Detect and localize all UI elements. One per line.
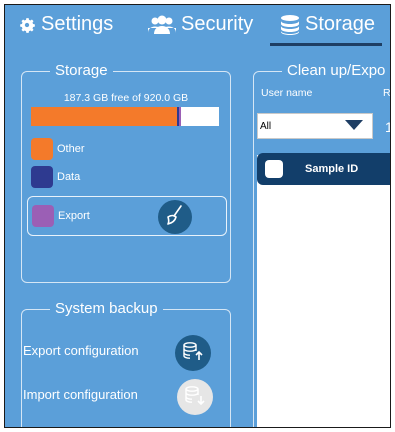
export-configuration-label: Export configuration	[23, 343, 139, 358]
storage-group: Storage 187.3 GB free of 920.0 GB Other …	[21, 62, 231, 283]
r-header: R	[383, 87, 391, 99]
usage-bar-export	[178, 107, 181, 126]
username-select-value: All	[260, 120, 272, 132]
legend-other-label: Other	[57, 143, 85, 155]
username-header: User name	[261, 87, 313, 99]
tab-storage[interactable]: Storage	[279, 13, 375, 36]
legend-export-label: Export	[58, 210, 90, 222]
storage-free-text: 187.3 GB free of 920.0 GB	[63, 92, 189, 104]
tab-security-label: Security	[181, 13, 254, 35]
chevron-down-icon	[344, 119, 364, 134]
database-export-icon	[182, 340, 204, 367]
select-all-checkbox[interactable]	[265, 160, 283, 178]
database-import-icon	[184, 384, 206, 411]
sample-id-header: Sample ID	[305, 163, 359, 175]
cleanup-table-area	[257, 155, 390, 427]
import-configuration-button[interactable]	[177, 379, 213, 415]
storage-usage-bar	[31, 107, 219, 126]
active-tab-indicator	[270, 43, 382, 46]
clean-export-button[interactable]	[158, 200, 192, 234]
import-configuration-label: Import configuration	[23, 387, 138, 402]
users-icon	[147, 15, 177, 35]
tab-settings-label: Settings	[41, 13, 114, 35]
tab-storage-label: Storage	[305, 13, 376, 35]
other-swatch	[31, 138, 53, 160]
legend-data-label: Data	[57, 171, 81, 183]
backup-legend: System backup	[50, 300, 163, 318]
export-storage-card[interactable]: Export	[27, 196, 227, 236]
table-header: Sample ID	[257, 153, 390, 185]
cleanup-legend: Clean up/Expo	[282, 62, 390, 80]
storage-legend: Storage	[50, 62, 113, 80]
export-configuration-button[interactable]	[175, 335, 211, 371]
broom-icon	[164, 204, 186, 231]
export-swatch	[32, 205, 54, 227]
legend-export: Export	[32, 205, 90, 227]
data-swatch	[31, 166, 53, 188]
legend-data: Data	[31, 166, 80, 188]
tab-security[interactable]: Security	[147, 13, 253, 36]
username-select[interactable]: All	[257, 113, 373, 139]
settings-window: Settings Security Storage Storage 187.3 …	[4, 4, 391, 428]
tab-settings[interactable]: Settings	[17, 13, 113, 36]
gear-icon	[17, 15, 37, 35]
database-icon	[279, 14, 301, 36]
legend-other: Other	[31, 138, 85, 160]
r-value: 1	[385, 119, 390, 135]
usage-bar-other	[31, 107, 177, 126]
